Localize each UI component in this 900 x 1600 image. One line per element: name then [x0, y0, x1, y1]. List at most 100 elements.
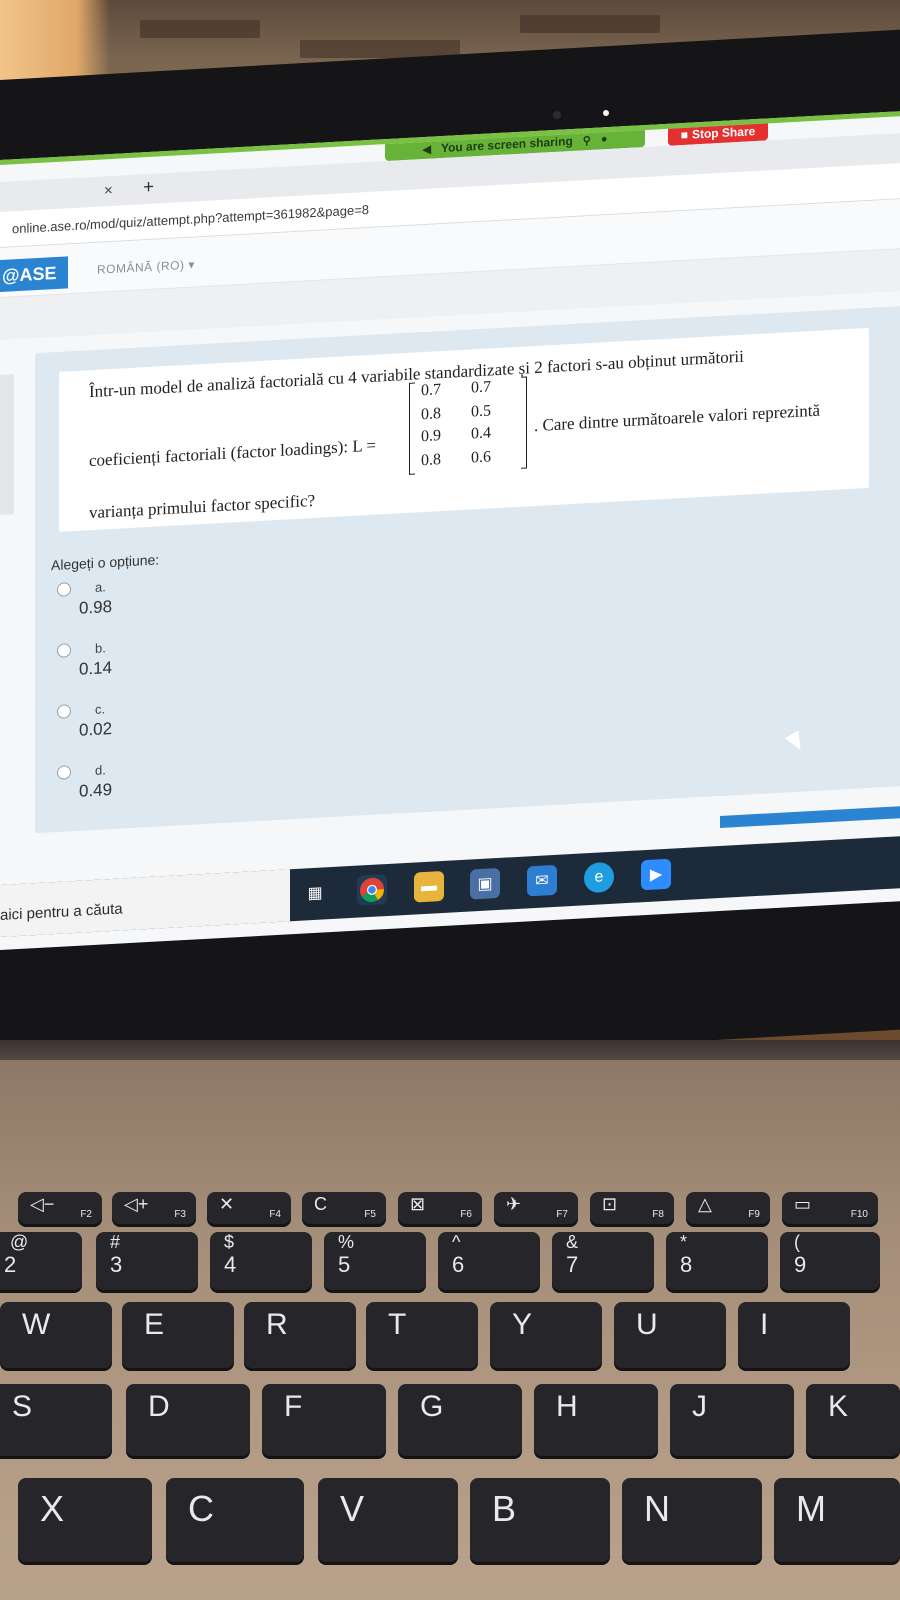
key-letter: D [148, 1390, 170, 1423]
key-f7[interactable]: ✈ F7 [494, 1192, 578, 1224]
lock-icon: △ [698, 1194, 712, 1214]
zoom-icon[interactable]: ▶ [641, 858, 671, 891]
language-selector[interactable]: ROMÂNĂ (RO) ▾ [97, 257, 195, 276]
store-icon[interactable]: ▣ [470, 867, 500, 900]
quiz-question-card: Într-un model de analiză factorială cu 4… [35, 305, 900, 834]
key-r[interactable]: R [244, 1302, 356, 1368]
edge-icon[interactable]: e [584, 861, 614, 894]
stop-share-label: Stop Share [691, 124, 756, 142]
key-number: 7 [566, 1252, 579, 1277]
key-f5[interactable]: C F5 [302, 1192, 386, 1224]
new-tab-button[interactable]: + [143, 177, 154, 200]
matrix-cell: 0.4 [471, 424, 491, 443]
option-letter: b. [95, 640, 106, 656]
matrix-cell: 0.7 [421, 381, 441, 400]
radio-button[interactable] [57, 704, 71, 719]
key-2[interactable]: @ 2 [0, 1232, 82, 1290]
mail-icon[interactable]: ✉ [527, 864, 557, 897]
radio-button[interactable] [57, 765, 71, 780]
fn-label: F6 [460, 1209, 472, 1220]
key-f[interactable]: F [262, 1384, 386, 1456]
option-value[interactable]: 0.02 [79, 719, 112, 741]
key-letter: E [144, 1308, 165, 1341]
option-letter: c. [95, 701, 106, 717]
close-tab-icon[interactable]: × [104, 182, 113, 199]
key-number: 3 [110, 1252, 123, 1277]
key-i[interactable]: I [738, 1302, 850, 1368]
language-label: ROMÂNĂ (RO) [97, 258, 185, 277]
radio-button[interactable] [57, 643, 71, 658]
radio-button[interactable] [57, 582, 71, 597]
key-m[interactable]: M [774, 1478, 900, 1562]
fn-label: F4 [269, 1209, 281, 1220]
key-e[interactable]: E [122, 1302, 234, 1368]
brick [140, 20, 260, 38]
key-u[interactable]: U [614, 1302, 726, 1368]
key-letter: N [644, 1488, 670, 1529]
chrome-icon[interactable] [357, 874, 387, 906]
key-k[interactable]: K [806, 1384, 900, 1456]
key-number: 6 [452, 1252, 465, 1277]
key-w[interactable]: W [0, 1302, 112, 1368]
key-9[interactable]: ( 9 [780, 1232, 880, 1290]
search-placeholder: aici pentru a căuta [0, 900, 123, 924]
key-y[interactable]: Y [490, 1302, 602, 1368]
question-nav-stub[interactable] [0, 374, 14, 515]
touchpad-icon: ⊠ [410, 1194, 426, 1214]
key-s[interactable]: S [0, 1384, 112, 1456]
key-v[interactable]: V [318, 1478, 458, 1562]
key-letter: I [760, 1308, 769, 1341]
key-6[interactable]: ^ 6 [438, 1232, 540, 1290]
key-letter: W [22, 1308, 51, 1341]
key-4[interactable]: $ 4 [210, 1232, 312, 1290]
key-f10[interactable]: ▭ F10 [782, 1192, 878, 1224]
key-letter: V [340, 1488, 365, 1529]
volume-down-icon: ◁− [30, 1194, 55, 1214]
webcam-lens [553, 111, 561, 119]
key-number: 4 [224, 1252, 237, 1277]
question-line-3: varianța primului factor specific? [89, 490, 316, 523]
pin-icon[interactable]: ⚲ [583, 134, 591, 147]
matrix-cell: 0.9 [421, 427, 441, 446]
key-letter: Y [512, 1308, 533, 1341]
key-t[interactable]: T [366, 1302, 478, 1368]
laptop-screen: ◀ You are screen sharing ⚲ ● ■ Stop Shar… [0, 111, 900, 950]
file-explorer-icon[interactable]: ▬ [414, 870, 444, 903]
matrix-cell: 0.5 [471, 402, 491, 421]
key-3[interactable]: # 3 [96, 1232, 198, 1290]
option-value[interactable]: 0.49 [79, 780, 112, 802]
key-f2[interactable]: ◁− F2 [18, 1192, 102, 1224]
volume-up-icon: ◁+ [124, 1194, 149, 1214]
key-j[interactable]: J [670, 1384, 794, 1456]
stop-icon: ■ [680, 127, 688, 143]
question-line-2-suffix: . Care dintre următoarele valori reprezi… [534, 400, 821, 436]
key-f4[interactable]: ✕ F4 [207, 1192, 291, 1224]
taskbar-search-box[interactable]: aici pentru a căuta [0, 869, 290, 937]
key-5[interactable]: % 5 [324, 1232, 426, 1290]
key-f8[interactable]: ⊡ F8 [590, 1192, 674, 1224]
key-g[interactable]: G [398, 1384, 522, 1456]
key-symbol: $ [224, 1232, 235, 1252]
key-n[interactable]: N [622, 1478, 762, 1562]
key-number: 2 [4, 1252, 17, 1277]
key-8[interactable]: * 8 [666, 1232, 768, 1290]
fn-label: F8 [652, 1209, 664, 1220]
key-c[interactable]: C [166, 1478, 304, 1562]
key-b[interactable]: B [470, 1478, 610, 1562]
task-view-icon[interactable]: ▦ [300, 877, 330, 909]
key-letter: B [492, 1488, 517, 1529]
next-page-button[interactable] [720, 806, 900, 829]
webcam-light [603, 110, 609, 116]
key-d[interactable]: D [126, 1384, 250, 1456]
key-f3[interactable]: ◁+ F3 [112, 1192, 196, 1224]
key-f6[interactable]: ⊠ F6 [398, 1192, 482, 1224]
key-f9[interactable]: △ F9 [686, 1192, 770, 1224]
key-7[interactable]: & 7 [552, 1232, 654, 1290]
shield-icon[interactable]: ● [601, 133, 608, 145]
option-value[interactable]: 0.14 [79, 658, 112, 680]
key-x[interactable]: X [18, 1478, 152, 1562]
matrix-right-bracket [521, 376, 527, 469]
site-logo[interactable]: @ASE [0, 256, 68, 292]
key-h[interactable]: H [534, 1384, 658, 1456]
option-value[interactable]: 0.98 [79, 597, 112, 619]
